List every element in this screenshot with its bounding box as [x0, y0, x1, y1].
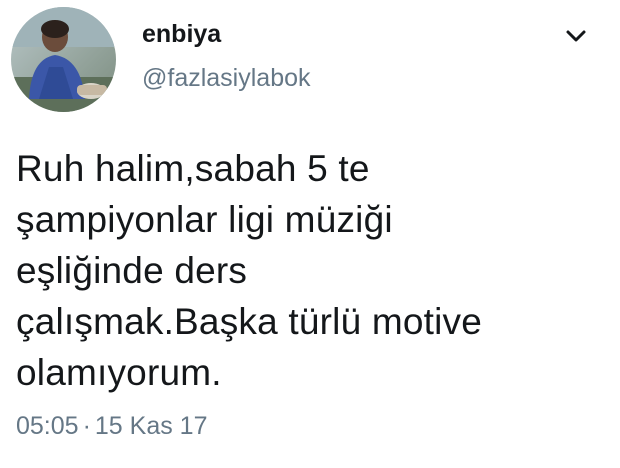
tweet-text-line: eşliğinde ders: [16, 250, 248, 291]
tweet-text-line: Ruh halim,sabah 5 te: [16, 148, 370, 189]
username[interactable]: @fazlasiylabok: [142, 64, 311, 93]
tweet-card: enbiya @fazlasiylabok Ruh halim,sabah 5 …: [0, 0, 620, 468]
tweet-text-line: çalışmak.Başka türlü motive: [16, 301, 483, 342]
tweet-text-line: olamıyorum.: [16, 352, 222, 393]
display-name[interactable]: enbiya: [142, 20, 221, 49]
avatar[interactable]: [11, 7, 116, 112]
tweet-date: 15 Kas 17: [94, 412, 208, 440]
chevron-down-icon[interactable]: [562, 24, 590, 48]
tweet-text-line: şampiyonlar ligi müziği: [16, 199, 393, 240]
avatar-photo: [11, 7, 116, 112]
tweet-timestamp[interactable]: 05:05 · 15 Kas 17: [16, 412, 207, 441]
meta-separator: ·: [82, 412, 91, 440]
tweet-time: 05:05: [16, 412, 79, 440]
tweet-text: Ruh halim,sabah 5 te şampiyonlar ligi mü…: [16, 143, 606, 398]
